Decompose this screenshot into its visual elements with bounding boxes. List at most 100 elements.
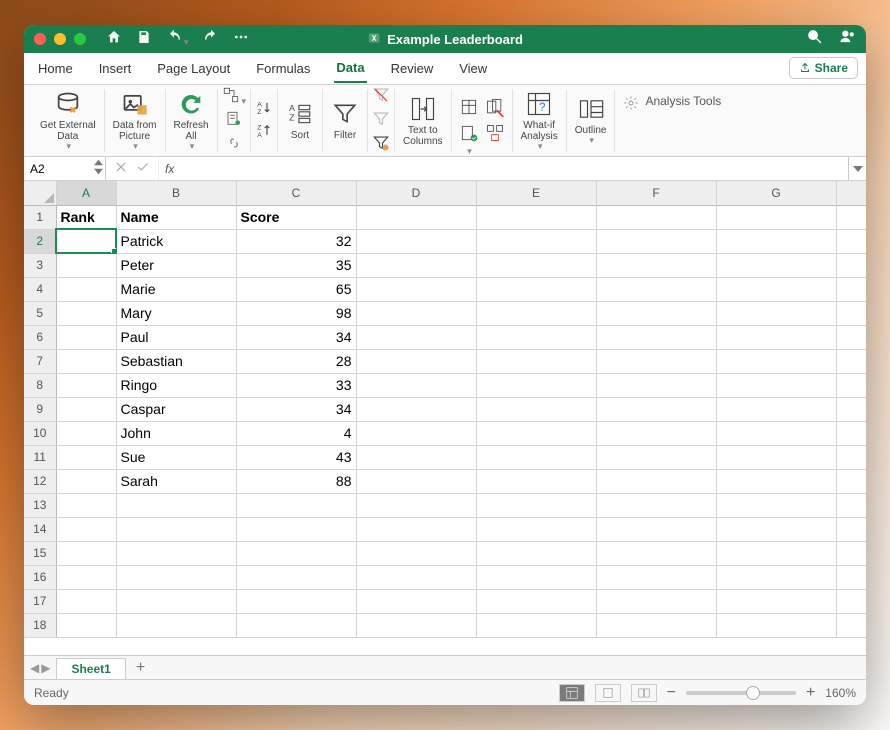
col-header-F[interactable]: F — [596, 181, 716, 205]
row-header-9[interactable]: 9 — [24, 397, 56, 421]
cell-A11[interactable] — [56, 445, 116, 469]
name-box-stepper[interactable] — [94, 158, 103, 176]
remove-duplicates-icon[interactable] — [484, 97, 506, 119]
cell-E13[interactable] — [476, 493, 596, 517]
cancel-formula-icon[interactable] — [114, 160, 128, 177]
cell-A3[interactable] — [56, 253, 116, 277]
cell-D17[interactable] — [356, 589, 476, 613]
text-to-columns-button[interactable]: Text to Columns — [395, 89, 451, 152]
cell-A14[interactable] — [56, 517, 116, 541]
row-header-11[interactable]: 11 — [24, 445, 56, 469]
cell-C9[interactable]: 34 — [236, 397, 356, 421]
cell-A12[interactable] — [56, 469, 116, 493]
row-header-3[interactable]: 3 — [24, 253, 56, 277]
cell-D13[interactable] — [356, 493, 476, 517]
cell-C6[interactable]: 34 — [236, 325, 356, 349]
row-header-16[interactable]: 16 — [24, 565, 56, 589]
cell-G18[interactable] — [716, 613, 836, 637]
more-icon[interactable] — [233, 29, 249, 50]
row-header-13[interactable]: 13 — [24, 493, 56, 517]
cell-F11[interactable] — [596, 445, 716, 469]
cell-D11[interactable] — [356, 445, 476, 469]
cell-B16[interactable] — [116, 565, 236, 589]
cell-B13[interactable] — [116, 493, 236, 517]
cell-C1[interactable]: Score — [236, 205, 356, 229]
cell-A8[interactable] — [56, 373, 116, 397]
cell-C5[interactable]: 98 — [236, 301, 356, 325]
select-all-corner[interactable] — [24, 181, 56, 205]
row-header-10[interactable]: 10 — [24, 421, 56, 445]
cell-D12[interactable] — [356, 469, 476, 493]
cell-F3[interactable] — [596, 253, 716, 277]
cell-G9[interactable] — [716, 397, 836, 421]
cell-C18[interactable] — [236, 613, 356, 637]
cell-G8[interactable] — [716, 373, 836, 397]
cell-G11[interactable] — [716, 445, 836, 469]
col-header-D[interactable]: D — [356, 181, 476, 205]
cell-C8[interactable]: 33 — [236, 373, 356, 397]
cell-G17[interactable] — [716, 589, 836, 613]
row-header-14[interactable]: 14 — [24, 517, 56, 541]
cell-B2[interactable]: Patrick — [116, 229, 236, 253]
tab-data[interactable]: Data — [334, 54, 366, 83]
filter-button[interactable]: Filter — [323, 89, 368, 152]
confirm-formula-icon[interactable] — [136, 160, 150, 177]
cell-G4[interactable] — [716, 277, 836, 301]
cell-C12[interactable]: 88 — [236, 469, 356, 493]
cell-E2[interactable] — [476, 229, 596, 253]
row-header-12[interactable]: 12 — [24, 469, 56, 493]
account-icon[interactable] — [839, 28, 856, 50]
cell-A17[interactable] — [56, 589, 116, 613]
cell-B17[interactable] — [116, 589, 236, 613]
cell-C13[interactable] — [236, 493, 356, 517]
prev-sheet-icon[interactable]: ◀ — [30, 661, 39, 675]
sheet-tab-sheet1[interactable]: Sheet1 — [56, 658, 125, 679]
cell-E15[interactable] — [476, 541, 596, 565]
view-page-layout-button[interactable] — [595, 684, 621, 702]
cell-A18[interactable] — [56, 613, 116, 637]
tab-home[interactable]: Home — [36, 55, 75, 82]
cell-F8[interactable] — [596, 373, 716, 397]
cell-B4[interactable]: Marie — [116, 277, 236, 301]
cell-G12[interactable] — [716, 469, 836, 493]
row-header-5[interactable]: 5 — [24, 301, 56, 325]
cell-C10[interactable]: 4 — [236, 421, 356, 445]
cell-F17[interactable] — [596, 589, 716, 613]
cell-E8[interactable] — [476, 373, 596, 397]
name-box[interactable]: A2 — [24, 157, 106, 180]
share-button[interactable]: Share — [789, 57, 858, 79]
cell-D14[interactable] — [356, 517, 476, 541]
cell-D1[interactable] — [356, 205, 476, 229]
row-header-8[interactable]: 8 — [24, 373, 56, 397]
view-normal-button[interactable] — [559, 684, 585, 702]
sort-button[interactable]: AZ Sort — [278, 89, 323, 152]
cell-F7[interactable] — [596, 349, 716, 373]
cell-D2[interactable] — [356, 229, 476, 253]
cell-C15[interactable] — [236, 541, 356, 565]
cell-F14[interactable] — [596, 517, 716, 541]
flash-fill-icon[interactable] — [458, 97, 480, 119]
cell-G15[interactable] — [716, 541, 836, 565]
spreadsheet-grid[interactable]: ABCDEFG1RankNameScore2Patrick323Peter354… — [24, 181, 866, 655]
row-header-2[interactable]: 2 — [24, 229, 56, 253]
cell-B3[interactable]: Peter — [116, 253, 236, 277]
cell-C14[interactable] — [236, 517, 356, 541]
cell-D18[interactable] — [356, 613, 476, 637]
zoom-out-button[interactable]: − — [667, 684, 676, 702]
row-header-1[interactable]: 1 — [24, 205, 56, 229]
close-window-button[interactable] — [34, 33, 46, 45]
add-sheet-button[interactable]: + — [126, 659, 155, 677]
cell-F16[interactable] — [596, 565, 716, 589]
next-sheet-icon[interactable]: ▶ — [41, 661, 50, 675]
cell-G13[interactable] — [716, 493, 836, 517]
reapply-filter-icon[interactable] — [372, 110, 390, 131]
cell-C17[interactable] — [236, 589, 356, 613]
cell-B12[interactable]: Sarah — [116, 469, 236, 493]
save-icon[interactable] — [136, 29, 152, 50]
cell-E16[interactable] — [476, 565, 596, 589]
analysis-tools-button[interactable]: Analysis Tools — [615, 89, 729, 152]
cell-F4[interactable] — [596, 277, 716, 301]
cell-F5[interactable] — [596, 301, 716, 325]
cell-E1[interactable] — [476, 205, 596, 229]
cell-A1[interactable]: Rank — [56, 205, 116, 229]
